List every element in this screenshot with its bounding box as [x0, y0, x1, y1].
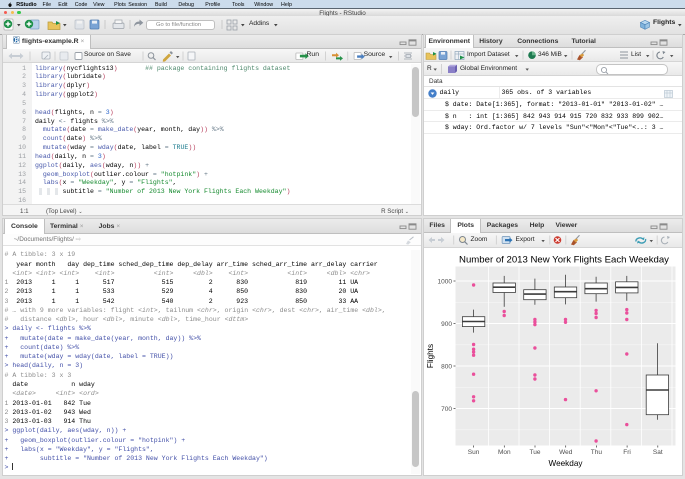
svg-text:Fri: Fri	[623, 449, 631, 456]
svg-text:Weekday: Weekday	[549, 459, 584, 468]
svg-text:Sun: Sun	[468, 449, 480, 456]
svg-text:700: 700	[441, 406, 452, 413]
svg-text:R: R	[15, 38, 19, 44]
svg-text:900: 900	[441, 321, 452, 328]
svg-text:Tue: Tue	[530, 449, 541, 456]
svg-text:Sat: Sat	[653, 449, 663, 456]
svg-text:1000: 1000	[438, 278, 453, 285]
svg-text:Mon: Mon	[498, 449, 511, 456]
svg-text:800: 800	[441, 363, 452, 370]
svg-text:Number of 2013 New York Flight: Number of 2013 New York Flights Each Wee…	[459, 255, 669, 266]
svg-text:Flights: Flights	[426, 344, 435, 368]
svg-text:Wed: Wed	[559, 449, 573, 456]
svg-text:Thu: Thu	[591, 449, 603, 456]
